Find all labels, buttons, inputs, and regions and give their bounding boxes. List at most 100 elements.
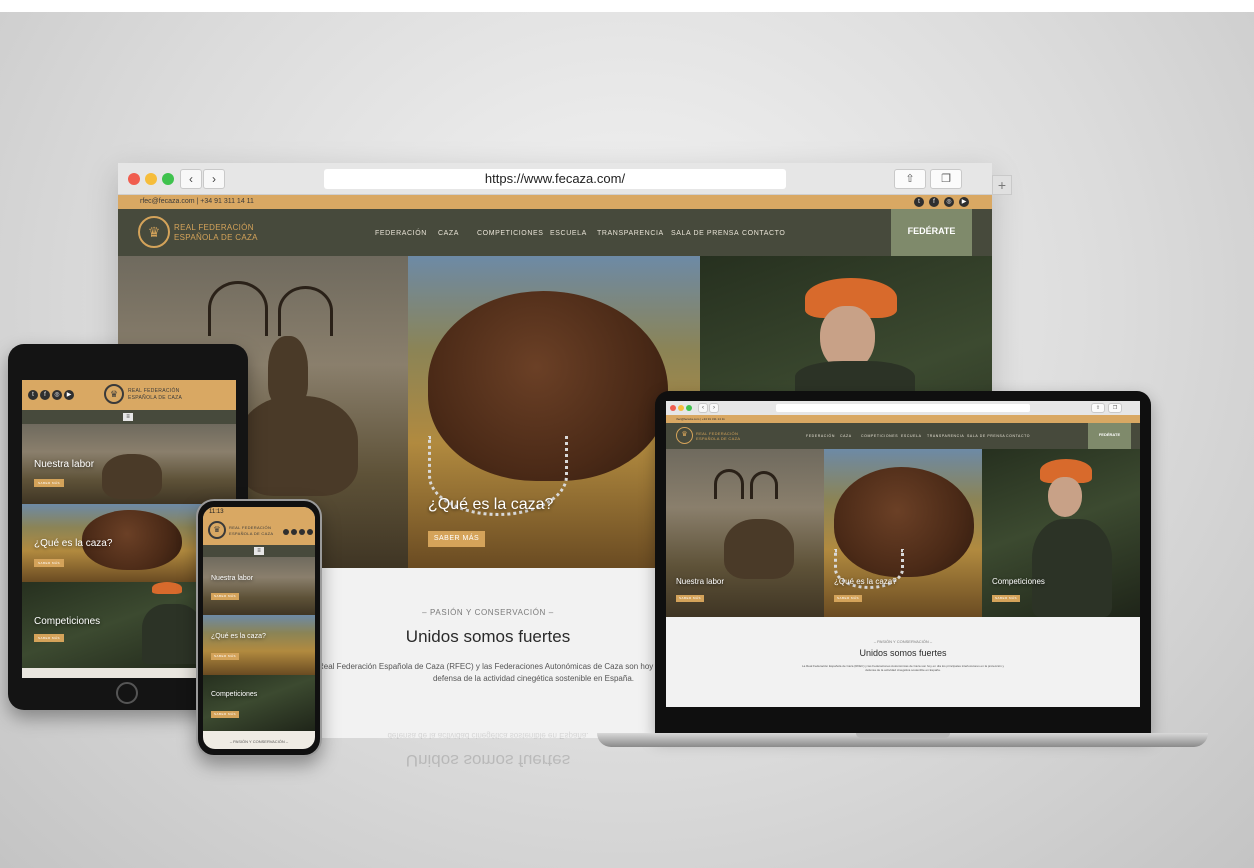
phone-panel-hunter: Competiciones SABER MÁS <box>203 675 315 731</box>
home-button[interactable] <box>116 682 138 704</box>
back-button[interactable]: ‹ <box>180 169 202 189</box>
federation-logo-icon[interactable]: ♛ <box>138 216 170 248</box>
maximize-window-icon[interactable] <box>686 405 692 411</box>
saber-mas-button[interactable]: SABER MÁS <box>34 479 64 487</box>
instagram-icon[interactable] <box>299 529 305 535</box>
menu-item-federacion[interactable]: FEDERACIÓN <box>806 434 835 438</box>
tablet-panel-deer: Nuestra labor SABER MÁS <box>22 424 236 504</box>
instagram-icon[interactable]: ◎ <box>944 197 954 207</box>
hamburger-menu-icon[interactable]: ≡ <box>254 547 264 555</box>
menu-item-transparencia[interactable]: TRANSPARENCIA <box>927 434 964 438</box>
contact-info: rfec@fecaza.com | +34 91 311 14 11 <box>140 198 254 205</box>
logo-text: REAL FEDERACIÓN ESPAÑOLA DE CAZA <box>174 223 258 242</box>
saber-mas-button[interactable]: SABER MÁS <box>211 711 239 718</box>
phone-kicker: – PASIÓN Y CONSERVACIÓN – <box>229 739 289 744</box>
section-kicker: – PASIÓN Y CONSERVACIÓN – <box>422 608 554 617</box>
hero-title-nuestra-labor: Nuestra labor <box>211 575 254 582</box>
saber-mas-button[interactable]: SABER MÁS <box>211 653 239 660</box>
share-icon[interactable]: ⇧ <box>894 169 926 189</box>
phone-header: 11:13 ♛ REAL FEDERACIÓN ESPAÑOLA DE CAZA <box>203 507 315 545</box>
laptop-site-navigation: ♛ REAL FEDERACIÓN ESPAÑOLA DE CAZA FEDER… <box>666 423 1140 449</box>
site-navigation: ♛ REAL FEDERACIÓN ESPAÑOLA DE CAZA FEDER… <box>118 209 992 256</box>
twitter-icon[interactable]: t <box>28 390 38 400</box>
address-bar[interactable]: https://www.fecaza.com/ <box>324 169 786 189</box>
hero-title-nuestra-labor: Nuestra labor <box>676 577 725 586</box>
menu-item-sala-de-prensa[interactable]: SALA DE PRENSA <box>967 434 1005 438</box>
close-window-icon[interactable] <box>670 405 676 411</box>
tabs-overview-icon[interactable]: ❐ <box>930 169 962 189</box>
minimize-window-icon[interactable] <box>678 405 684 411</box>
laptop-hero: Nuestra labor SABER MÁS ¿Qué es la caza?… <box>666 449 1140 617</box>
menu-item-escuela[interactable]: ESCUELA <box>901 434 922 438</box>
menu-item-competiciones[interactable]: COMPETICIONES <box>477 230 544 237</box>
section-title: Unidos somos fuertes <box>405 627 571 646</box>
menu-item-contacto[interactable]: CONTACTO <box>1006 434 1030 438</box>
antler-icon <box>208 281 268 336</box>
menu-item-competiciones[interactable]: COMPETICIONES <box>861 434 898 438</box>
menu-item-sala-de-prensa[interactable]: SALA DE PRENSA <box>671 230 739 237</box>
address-bar[interactable] <box>776 404 1030 412</box>
section-text-line1: Real Federación Española de Caza (RFEC) … <box>318 662 658 671</box>
minimize-window-icon[interactable] <box>145 173 157 185</box>
phone-panel-deer: Nuestra labor SABER MÁS <box>203 557 315 615</box>
saber-mas-button[interactable]: SABER MÁS <box>428 531 485 547</box>
laptop-device: ‹ › ⇧ ❐ rfec@fecaza.com | +34 91 311 14 … <box>655 391 1151 735</box>
federation-logo-icon[interactable]: ♛ <box>208 521 226 539</box>
federate-button[interactable]: FEDÉRATE <box>891 209 972 256</box>
menu-item-contacto[interactable]: CONTACTO <box>742 230 785 237</box>
section-text-line2: defensa de la actividad cinegética soste… <box>865 668 941 672</box>
instagram-icon[interactable]: ◎ <box>52 390 62 400</box>
laptop-browser-toolbar: ‹ › ⇧ ❐ <box>666 401 1140 415</box>
saber-mas-button[interactable]: SABER MÁS <box>34 559 64 567</box>
laptop-panel-hunter: Competiciones SABER MÁS <box>982 449 1140 617</box>
browser-toolbar: ‹ › https://www.fecaza.com/ ⇧ ❐ + <box>118 163 1012 195</box>
tablet-nav: ≡ <box>22 410 236 424</box>
phone-device: 11:13 ♛ REAL FEDERACIÓN ESPAÑOLA DE CAZA… <box>196 499 322 757</box>
saber-mas-button[interactable]: SABER MÁS <box>992 595 1020 602</box>
phone-time: 11:13 <box>209 509 224 515</box>
facebook-icon[interactable]: f <box>929 197 939 207</box>
menu-item-escuela[interactable]: ESCUELA <box>550 230 587 237</box>
youtube-icon[interactable] <box>307 529 313 535</box>
youtube-icon[interactable]: ▶ <box>64 390 74 400</box>
facebook-icon[interactable] <box>291 529 297 535</box>
maximize-window-icon[interactable] <box>162 173 174 185</box>
federation-logo-icon[interactable]: ♛ <box>676 427 693 444</box>
saber-mas-button[interactable]: SABER MÁS <box>211 593 239 600</box>
hero-title-nuestra-labor: Nuestra labor <box>34 459 95 470</box>
hero-title-competiciones: Competiciones <box>211 691 258 698</box>
federate-button[interactable]: FEDÉRATE <box>1088 423 1131 449</box>
section-kicker: – PASIÓN Y CONSERVACIÓN – <box>873 639 933 644</box>
laptop-section: – PASIÓN Y CONSERVACIÓN – Unidos somos f… <box>666 617 1140 672</box>
forward-button[interactable]: › <box>709 403 719 413</box>
close-window-icon[interactable] <box>128 173 140 185</box>
forward-button[interactable]: › <box>203 169 225 189</box>
federation-logo-icon[interactable]: ♛ <box>104 384 124 404</box>
youtube-icon[interactable]: ▶ <box>959 197 969 207</box>
top-band <box>0 0 1254 12</box>
hamburger-menu-icon[interactable]: ≡ <box>123 413 133 421</box>
back-button[interactable]: ‹ <box>698 403 708 413</box>
menu-item-federacion[interactable]: FEDERACIÓN <box>375 230 427 237</box>
new-tab-button[interactable]: + <box>992 175 1012 195</box>
phone-nav: ≡ <box>203 545 315 557</box>
saber-mas-button[interactable]: SABER MÁS <box>834 595 862 602</box>
facebook-icon[interactable]: f <box>40 390 50 400</box>
laptop-panel-dog: ¿Qué es la caza? SABER MÁS <box>824 449 982 617</box>
twitter-icon[interactable] <box>283 529 289 535</box>
menu-item-caza[interactable]: CAZA <box>840 434 852 438</box>
phone-screen: 11:13 ♛ REAL FEDERACIÓN ESPAÑOLA DE CAZA… <box>203 507 315 749</box>
hero-title-competiciones: Competiciones <box>992 577 1045 586</box>
saber-mas-button[interactable]: SABER MÁS <box>34 634 64 642</box>
hero-title-competiciones: Competiciones <box>34 616 101 627</box>
menu-item-caza[interactable]: CAZA <box>438 230 459 237</box>
tabs-overview-icon[interactable]: ❐ <box>1108 403 1122 413</box>
hero-title-que-es-la-caza: ¿Qué es la caza? <box>211 633 266 640</box>
menu-item-transparencia[interactable]: TRANSPARENCIA <box>597 230 664 237</box>
share-icon[interactable]: ⇧ <box>1091 403 1105 413</box>
section-title: Unidos somos fuertes <box>859 648 947 658</box>
saber-mas-button[interactable]: SABER MÁS <box>676 595 704 602</box>
section-text-line2: defensa de la actividad cinegética soste… <box>432 674 634 683</box>
twitter-icon[interactable]: t <box>914 197 924 207</box>
laptop-panel-deer: Nuestra labor SABER MÁS <box>666 449 824 617</box>
